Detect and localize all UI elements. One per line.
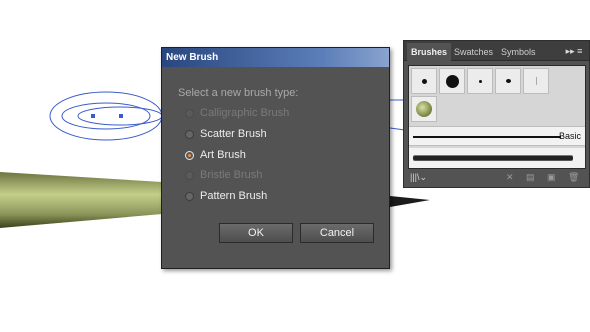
delete-brush-icon[interactable]: 🗑	[568, 172, 579, 183]
radio-icon[interactable]	[185, 130, 194, 139]
art-brush-thumbnail[interactable]	[411, 96, 437, 122]
radio-icon	[185, 109, 194, 118]
tab-swatches[interactable]: Swatches	[450, 43, 497, 61]
dialog-title: New Brush	[162, 48, 389, 67]
brush-thumbnail[interactable]	[523, 68, 549, 94]
tab-brushes[interactable]: Brushes	[407, 43, 452, 61]
option-label[interactable]: Scatter Brush	[200, 128, 267, 140]
basic-stroke-preview	[413, 136, 561, 138]
option-label[interactable]: Pattern Brush	[200, 190, 267, 202]
brush-library: Basic	[408, 65, 586, 169]
ok-button[interactable]: OK	[219, 223, 293, 243]
brush-thumbnail[interactable]	[439, 68, 465, 94]
radio-icon[interactable]	[185, 192, 194, 201]
radio-icon	[185, 171, 194, 180]
new-brush-dialog: New Brush Select a new brush type: Calli…	[161, 47, 390, 269]
panel-footer: |||\⌄ ✕ ▤ ▣ 🗑	[404, 169, 589, 187]
brush-thumbnail[interactable]	[411, 68, 437, 94]
panel-tab-bar: Brushes Swatches Symbols ▸▸ ≡	[404, 41, 589, 61]
brush-libraries-icon[interactable]: |||\⌄	[410, 172, 427, 183]
tab-symbols[interactable]: Symbols	[497, 43, 540, 61]
dialog-prompt: Select a new brush type:	[178, 87, 299, 99]
cancel-button[interactable]: Cancel	[300, 223, 374, 243]
panel-menu-icon[interactable]: ▸▸ ≡	[563, 44, 585, 58]
basic-brush-label: Basic	[558, 131, 581, 141]
charcoal-stroke-preview	[413, 156, 573, 160]
brush-thumbnail[interactable]	[467, 68, 493, 94]
basic-brush-row[interactable]: Basic	[409, 126, 585, 146]
sphere-swatch-icon	[416, 101, 432, 117]
option-label[interactable]: Art Brush	[200, 149, 246, 161]
art-brush-shape[interactable]	[0, 172, 162, 228]
options-icon[interactable]: ▤	[526, 172, 535, 183]
remove-stroke-icon[interactable]: ✕	[506, 172, 514, 183]
anchor-points[interactable]	[91, 114, 123, 118]
charcoal-brush-row[interactable]	[409, 148, 585, 168]
new-brush-icon[interactable]: ▣	[547, 172, 556, 183]
art-brush-tip[interactable]	[390, 196, 430, 207]
radio-selected-icon[interactable]	[185, 151, 194, 160]
brush-thumbnail[interactable]	[495, 68, 521, 94]
brushes-panel: Brushes Swatches Symbols ▸▸ ≡ Basic |||\…	[403, 40, 590, 188]
option-label: Bristle Brush	[200, 169, 263, 181]
option-label: Calligraphic Brush	[200, 107, 290, 119]
